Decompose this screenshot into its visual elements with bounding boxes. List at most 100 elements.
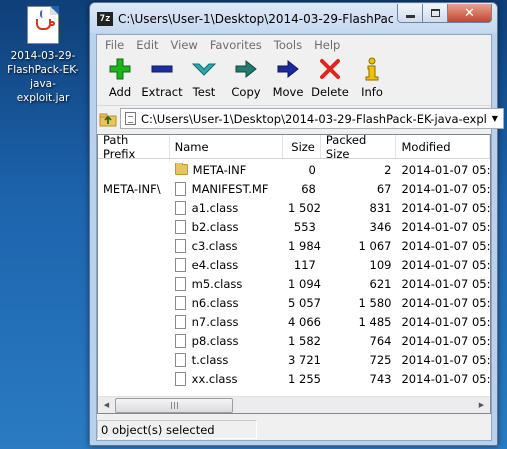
desktop-jar-icon[interactable]: 2014-03-29-FlashPack-EK-java-exploit.jar: [0, 6, 86, 105]
horizontal-scrollbar[interactable]: ◀ ▶: [98, 396, 490, 413]
menu-help[interactable]: Help: [308, 38, 346, 52]
delete-button[interactable]: Delete: [309, 55, 351, 105]
menu-edit[interactable]: Edit: [130, 38, 164, 52]
row-name: t.class: [170, 352, 283, 367]
row-modified: 2014-01-07 05:22: [401, 257, 490, 272]
row-packed-size: 67: [376, 181, 392, 196]
row-size: 1 984: [288, 238, 321, 253]
column-size[interactable]: Size: [283, 135, 321, 158]
copy-label: Copy: [231, 85, 261, 99]
extract-label: Extract: [141, 85, 183, 99]
close-icon: ✕: [464, 5, 475, 21]
folder-icon: [174, 162, 188, 175]
row-packed-size: 346: [369, 219, 392, 234]
row-size: 4 066: [288, 314, 321, 329]
row-name: m5.class: [170, 276, 283, 291]
menu-file[interactable]: File: [99, 38, 130, 52]
row-modified: 2014-01-07 05:22: [401, 219, 490, 234]
move-button[interactable]: Move: [267, 55, 309, 105]
status-text: 0 object(s) selected: [97, 419, 257, 439]
file-icon: [174, 219, 186, 234]
row-name-text: MANIFEST.MF: [191, 181, 269, 196]
row-size: 5 057: [288, 295, 321, 310]
list-row[interactable]: m5.class 1 094 621 2014-01-07 05:22: [98, 274, 490, 293]
column-path-prefix[interactable]: Path Prefix: [98, 135, 170, 161]
row-name: a1.class: [170, 200, 283, 215]
list-row[interactable]: n6.class 5 057 1 580 2014-01-07 05:22: [98, 293, 490, 312]
delete-x-icon: [317, 57, 343, 81]
list-row[interactable]: t.class 3 721 725 2014-01-07 05:22: [98, 350, 490, 369]
test-button[interactable]: Test: [183, 55, 225, 105]
list-row[interactable]: p8.class 1 582 764 2014-01-07 05:22: [98, 331, 490, 350]
list-row[interactable]: a1.class 1 502 831 2014-01-07 05:22: [98, 198, 490, 217]
row-name-text: n7.class: [191, 314, 239, 329]
file-list[interactable]: Path Prefix Name Size Packed Size Modifi…: [97, 134, 491, 414]
up-folder-button[interactable]: [99, 109, 117, 129]
row-name: b2.class: [170, 219, 283, 234]
copy-button[interactable]: Copy: [225, 55, 267, 105]
row-packed-size: 109: [369, 257, 392, 272]
row-modified: 2014-01-07 05:22: [401, 352, 490, 367]
maximize-button[interactable]: [423, 4, 448, 23]
dropdown-arrow-icon[interactable]: ▼: [487, 114, 503, 123]
row-modified: 2014-01-07 05:22: [401, 333, 490, 348]
path-combobox[interactable]: C:\Users\User-1\Desktop\2014-03-29-Flash…: [120, 108, 504, 129]
column-modified[interactable]: Modified: [396, 135, 490, 158]
file-icon: [174, 371, 186, 386]
file-icon: [174, 200, 186, 215]
row-name-text: b2.class: [191, 219, 239, 234]
extract-button[interactable]: Extract: [141, 55, 183, 105]
list-row[interactable]: e4.class 117 109 2014-01-07 05:22: [98, 255, 490, 274]
menu-tools[interactable]: Tools: [268, 38, 308, 52]
info-label: Info: [361, 85, 383, 99]
add-button[interactable]: Add: [99, 55, 141, 105]
row-modified: 2014-01-07 05:22: [401, 371, 490, 386]
row-size: 3 721: [288, 352, 321, 367]
list-row[interactable]: META-INF\ MANIFEST.MF 68 67 2014-01-07 05:22: [98, 179, 490, 198]
menu-favorites[interactable]: Favorites: [204, 38, 268, 52]
scroll-thumb[interactable]: [115, 397, 233, 413]
row-size: 1 255: [288, 371, 321, 386]
status-bar: 0 object(s) selected: [97, 418, 491, 440]
list-row[interactable]: c3.class 1 984 1 067 2014-01-07 05:22: [98, 236, 490, 255]
list-row[interactable]: n7.class 4 066 1 485 2014-01-07 05:22: [98, 312, 490, 331]
desktop-icon-label: 2014-03-29-FlashPack-EK-java-exploit.jar: [7, 50, 79, 104]
column-name[interactable]: Name: [170, 135, 284, 158]
file-icon: [174, 314, 186, 329]
add-label: Add: [108, 85, 132, 99]
file-icon: [174, 333, 186, 348]
close-button[interactable]: ✕: [448, 4, 492, 23]
info-button[interactable]: Info: [351, 55, 393, 105]
file-icon: [174, 352, 186, 367]
row-packed-size: 764: [369, 333, 392, 348]
row-packed-size: 831: [369, 200, 392, 215]
grip-icon: [170, 401, 178, 409]
list-row[interactable]: xx.class 1 255 743 2014-01-07 05:22: [98, 369, 490, 388]
row-name-text: p8.class: [191, 333, 239, 348]
menu-view[interactable]: View: [165, 38, 204, 52]
scroll-left-arrow[interactable]: ◀: [98, 397, 115, 414]
row-name: n6.class: [170, 295, 283, 310]
row-name: MANIFEST.MF: [170, 181, 283, 196]
row-size: 1 094: [288, 276, 321, 291]
7zip-app-icon[interactable]: 7z: [97, 12, 113, 26]
scroll-track[interactable]: [115, 397, 473, 414]
list-row[interactable]: META-INF 0 2 2014-01-07 05:22: [98, 160, 490, 179]
document-icon: [125, 112, 136, 125]
row-modified: 2014-01-07 05:22: [401, 295, 490, 310]
row-size: 553: [293, 219, 316, 234]
row-name: e4.class: [170, 257, 283, 272]
plus-icon: [107, 57, 133, 81]
scroll-right-arrow[interactable]: ▶: [473, 397, 490, 414]
file-icon: [174, 257, 186, 272]
file-icon: [174, 295, 186, 310]
row-name: p8.class: [170, 333, 283, 348]
minimize-button[interactable]: [397, 4, 423, 23]
row-name: n7.class: [170, 314, 283, 329]
row-name-text: t.class: [191, 352, 229, 367]
test-label: Test: [192, 85, 216, 99]
column-packed-size[interactable]: Packed Size: [321, 135, 397, 161]
list-row[interactable]: b2.class 553 346 2014-01-07 05:22: [98, 217, 490, 236]
title-bar[interactable]: 7z C:\Users\User-1\Desktop\2014-03-29-Fl…: [90, 3, 497, 33]
java-file-icon: [27, 6, 59, 44]
